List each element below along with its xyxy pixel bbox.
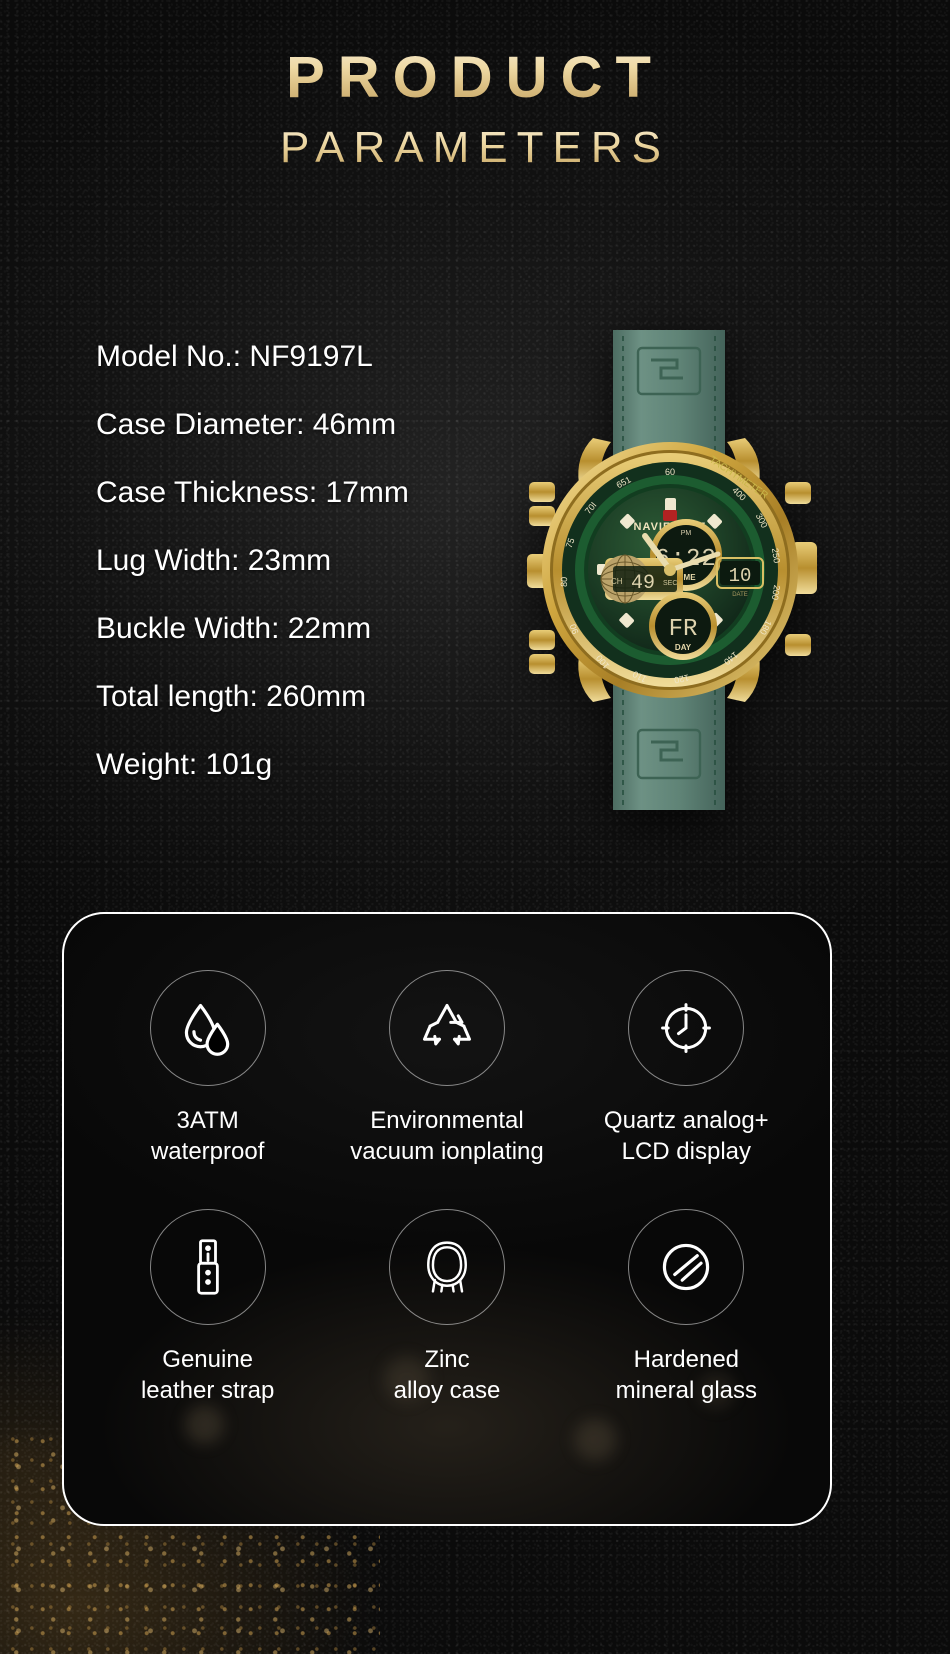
svg-text:80: 80 [559,577,569,587]
product-parameters-page: PRODUCT PARAMETERS Model No.: NF9197L Ca… [0,0,950,1654]
title-product: PRODUCT [0,44,950,111]
svg-text:SEC: SEC [663,580,677,587]
watch-strap-icon [149,1209,266,1326]
spec-model: Model No.: NF9197L [96,340,373,373]
svg-text:250: 250 [770,547,782,563]
date-label: DATE [732,592,748,598]
feature-mineral-glass: Hardened mineral glass [567,1209,806,1406]
feature-ionplating: Environmental vacuum ionplating [327,970,566,1167]
day-value: FR [669,616,698,643]
feature-zinc-alloy-case: Zinc alloy case [327,1209,566,1406]
day-label: DAY [675,643,692,652]
feature-label: 3ATM waterproof [150,1107,265,1165]
feature-label: Quartz analog+ LCD display [603,1107,769,1165]
feature-waterproof: 3ATM waterproof [88,970,327,1167]
features-grid: 3ATM waterproof Environmental vacuum ion… [64,914,830,1407]
water-drops-icon [149,970,266,1086]
spec-lug-width: Lug Width: 23mm [96,544,332,577]
feature-leather-strap: Genuine leather strap [88,1209,327,1406]
watch-product-image: 60 651 70I 75 80 90 100 110 120 140 180 … [505,330,835,810]
watch-strap-upper [613,330,725,461]
feature-label: Genuine leather strap [140,1346,275,1405]
subdial-day: FR DAY [649,592,717,660]
features-panel: 3ATM waterproof Environmental vacuum ion… [62,912,832,1526]
title-parameters: PARAMETERS [0,123,950,173]
spec-weight: Weight: 101g [96,748,273,781]
chrono-value: 49 [631,572,655,595]
spec-buckle-width: Buckle Width: 22mm [96,612,372,645]
feature-quartz-lcd: Quartz analog+ LCD display [567,970,806,1167]
feature-label: Hardened mineral glass [615,1346,758,1405]
ampm-label: PM [681,530,692,537]
recycle-icon [388,970,505,1086]
feature-label: Environmental vacuum ionplating [350,1107,544,1165]
clock-icon [628,970,745,1086]
watch-case-icon [388,1209,505,1326]
feature-label: Zinc alloy case [393,1346,501,1405]
spec-total-length: Total length: 260mm [96,680,367,713]
spec-case-thickness: Case Thickness: 17mm [96,476,409,509]
page-title: PRODUCT PARAMETERS [0,44,950,173]
spec-case-diameter: Case Diameter: 46mm [96,408,397,441]
svg-text:CH: CH [611,577,623,586]
date-value: 10 [729,565,752,587]
watch-illustration: 60 651 70I 75 80 90 100 110 120 140 180 … [527,330,817,810]
mineral-glass-icon [628,1209,745,1326]
spec-list: Model No.: NF9197L Case Diameter: 46mm C… [96,340,526,816]
